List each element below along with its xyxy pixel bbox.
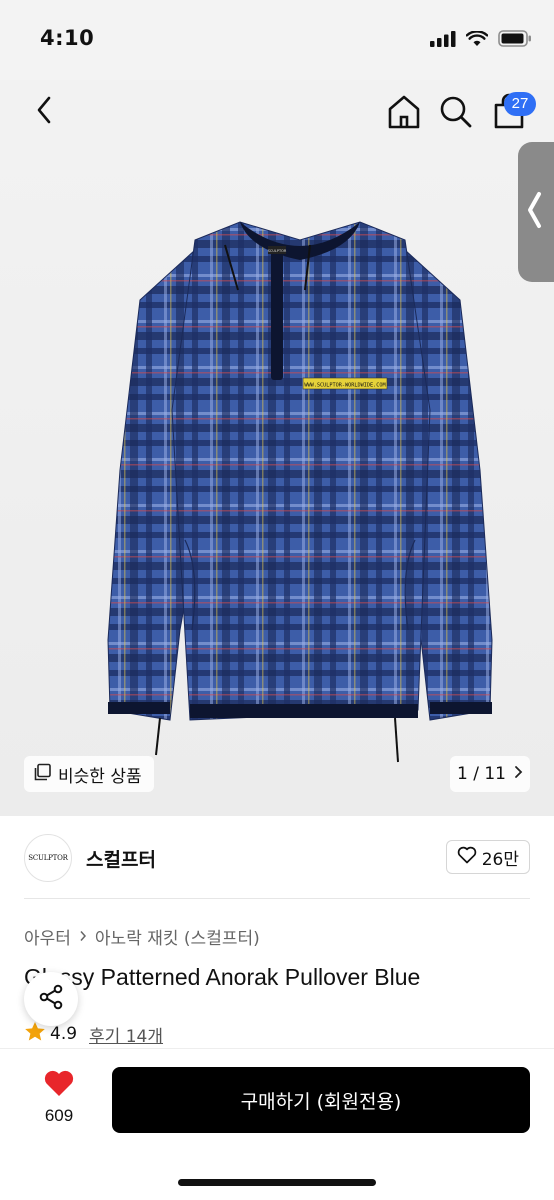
search-icon bbox=[436, 96, 476, 136]
search-button[interactable] bbox=[436, 92, 476, 132]
jacket-print-text: WWW.SCULPTOR-WORLDWIDE.COM bbox=[304, 383, 385, 389]
bottom-action-bar: 609 구매하기 (회원전용) bbox=[0, 1048, 554, 1200]
heart-filled-icon bbox=[43, 1069, 75, 1102]
similar-label: 비슷한 상품 bbox=[58, 766, 142, 787]
brand-like-button[interactable]: 26만 bbox=[445, 840, 530, 874]
similar-products-button[interactable]: 비슷한 상품 bbox=[24, 756, 154, 792]
similar-icon bbox=[34, 763, 52, 786]
back-button[interactable] bbox=[24, 92, 64, 132]
chevron-right-icon bbox=[79, 927, 87, 947]
side-panel-handle[interactable] bbox=[518, 142, 554, 282]
buy-button[interactable]: 구매하기 (회원전용) bbox=[112, 1067, 530, 1133]
rating-value: 4.9 bbox=[50, 1024, 78, 1044]
wishlist-button[interactable]: 609 bbox=[28, 1069, 90, 1126]
status-bar: 4:10 bbox=[0, 0, 554, 80]
image-pager[interactable]: 1 / 11 bbox=[450, 756, 530, 792]
battery-icon bbox=[498, 30, 532, 51]
chevron-right-icon bbox=[514, 764, 523, 784]
product-image: WWW.SCULPTOR-WORLDWIDE.COM SCULPTOR bbox=[100, 210, 500, 770]
brand-name[interactable]: 스컬프터 bbox=[86, 845, 156, 872]
divider bbox=[24, 898, 530, 899]
share-icon bbox=[37, 983, 65, 1015]
breadcrumb-item[interactable]: 아노락 재킷 (스컬프터) bbox=[95, 924, 260, 949]
signal-icon bbox=[430, 30, 456, 51]
cart-count-badge: 27 bbox=[504, 92, 536, 116]
wifi-icon bbox=[465, 29, 489, 51]
breadcrumb-item[interactable]: 아우터 bbox=[24, 924, 71, 949]
breadcrumb: 아우터 아노락 재킷 (스컬프터) bbox=[24, 924, 260, 949]
share-button[interactable] bbox=[24, 972, 78, 1026]
back-icon bbox=[36, 96, 52, 128]
product-title: Glossy Patterned Anorak Pullover Blue bbox=[24, 964, 421, 990]
home-button[interactable] bbox=[384, 92, 424, 132]
brand-row[interactable]: SCULPTOR 스컬프터 26만 bbox=[24, 830, 530, 886]
jacket-tag-text: SCULPTOR bbox=[268, 249, 287, 253]
home-indicator bbox=[178, 1179, 376, 1186]
brand-like-count: 26만 bbox=[481, 849, 519, 870]
pager-text: 1 / 11 bbox=[457, 764, 506, 784]
heart-outline-icon bbox=[457, 846, 477, 869]
chevron-left-icon bbox=[526, 190, 542, 234]
status-indicators bbox=[430, 29, 532, 51]
home-icon bbox=[384, 95, 424, 136]
status-time: 4:10 bbox=[40, 26, 95, 50]
brand-logo: SCULPTOR bbox=[24, 834, 72, 882]
review-link[interactable]: 후기 14개 bbox=[89, 1022, 163, 1047]
bag-icon bbox=[490, 93, 530, 136]
wishlist-count: 609 bbox=[44, 1106, 74, 1125]
